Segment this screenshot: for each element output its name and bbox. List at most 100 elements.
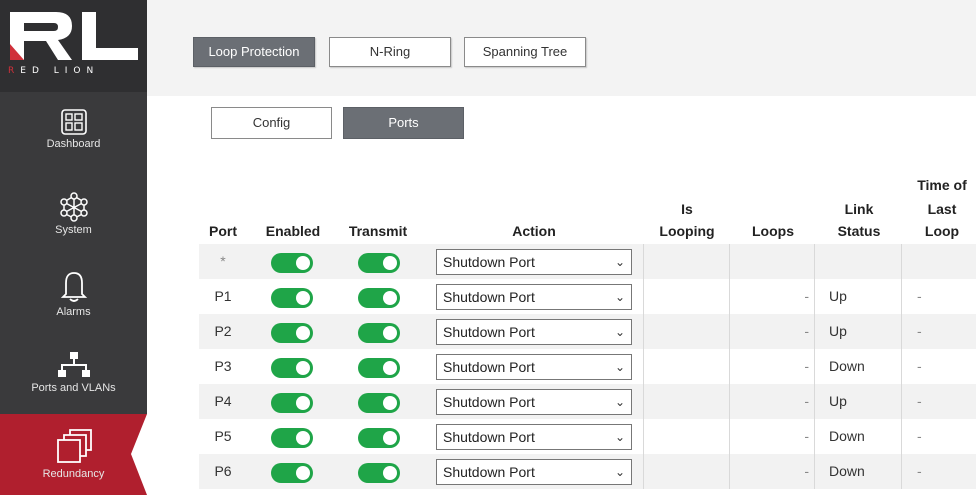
- windows-stack-icon: [56, 429, 92, 463]
- action-select-value: Shutdown Port: [443, 394, 535, 410]
- transmit-toggle[interactable]: [358, 428, 400, 448]
- port-cell: P5: [214, 428, 232, 444]
- header-port: Port: [209, 223, 237, 239]
- sidebar-item-ports-and-vlans[interactable]: Ports and VLANs: [0, 350, 147, 408]
- action-select[interactable]: Shutdown Port ⌄: [436, 284, 632, 310]
- transmit-toggle[interactable]: [358, 253, 400, 273]
- enabled-toggle[interactable]: [271, 393, 313, 413]
- loops-cell: -: [804, 463, 809, 479]
- action-select-value: Shutdown Port: [443, 359, 535, 375]
- port-cell: P4: [214, 393, 232, 409]
- chevron-down-icon: ⌄: [614, 430, 625, 444]
- table-row-p3: P3 Shutdown Port ⌄ - Down -: [199, 349, 976, 384]
- tab-n-ring[interactable]: N-Ring: [329, 37, 451, 67]
- column-divider: [901, 349, 902, 384]
- port-cell: P2: [214, 323, 232, 339]
- sidebar-item-label: System: [55, 224, 92, 236]
- column-divider: [901, 454, 902, 489]
- loops-cell: -: [804, 323, 809, 339]
- subtab-config[interactable]: Config: [211, 107, 332, 139]
- column-divider: [643, 384, 644, 419]
- action-select-value: Shutdown Port: [443, 464, 535, 480]
- transmit-toggle[interactable]: [358, 358, 400, 378]
- action-select-value: Shutdown Port: [443, 289, 535, 305]
- bell-icon: [60, 272, 87, 302]
- enabled-toggle[interactable]: [271, 253, 313, 273]
- sidebar-item-label: Alarms: [56, 306, 91, 318]
- loops-cell: -: [804, 358, 809, 374]
- column-divider: [901, 419, 902, 454]
- header-time-line2: Last: [927, 201, 957, 217]
- time-cell: -: [917, 323, 922, 339]
- header-is-looping-line1: Is: [681, 201, 693, 217]
- loops-cell: -: [804, 393, 809, 409]
- action-select[interactable]: Shutdown Port ⌄: [436, 424, 632, 450]
- link-status-cell: Down: [829, 358, 865, 374]
- link-status-cell: Up: [829, 288, 847, 304]
- column-divider: [814, 279, 815, 314]
- column-divider: [643, 454, 644, 489]
- chevron-down-icon: ⌄: [614, 360, 625, 374]
- table-row-p5: P5 Shutdown Port ⌄ - Down -: [199, 419, 976, 454]
- sidebar-item-alarms[interactable]: Alarms: [0, 268, 147, 328]
- system-icon: [59, 192, 88, 222]
- transmit-toggle[interactable]: [358, 463, 400, 483]
- enabled-toggle[interactable]: [271, 428, 313, 448]
- transmit-toggle[interactable]: [358, 288, 400, 308]
- enabled-toggle[interactable]: [271, 463, 313, 483]
- column-divider: [901, 279, 902, 314]
- column-divider: [901, 314, 902, 349]
- header-time-line3: Loop: [924, 223, 960, 239]
- table-row-p4: P4 Shutdown Port ⌄ - Up -: [199, 384, 976, 419]
- header-is-looping-line2: Looping: [659, 223, 715, 239]
- time-cell: -: [917, 463, 922, 479]
- enabled-toggle[interactable]: [271, 288, 313, 308]
- header-link-status-line2: Status: [837, 223, 881, 239]
- column-divider: [814, 454, 815, 489]
- column-divider: [901, 384, 902, 419]
- sidebar-item-redundancy[interactable]: Redundancy: [0, 414, 147, 495]
- loops-cell: -: [804, 428, 809, 444]
- header-loops: Loops: [752, 223, 794, 239]
- table-row-p1: P1 Shutdown Port ⌄ - Up -: [199, 279, 976, 314]
- column-divider: [814, 384, 815, 419]
- chevron-down-icon: ⌄: [614, 465, 625, 479]
- column-divider: [643, 314, 644, 349]
- sidebar-item-system[interactable]: System: [0, 192, 147, 256]
- transmit-toggle[interactable]: [358, 323, 400, 343]
- dashboard-icon: [60, 109, 87, 135]
- action-select[interactable]: Shutdown Port ⌄: [436, 389, 632, 415]
- chevron-down-icon: ⌄: [614, 255, 625, 269]
- column-divider: [814, 314, 815, 349]
- column-divider: [814, 419, 815, 454]
- tab-loop-protection[interactable]: Loop Protection: [193, 37, 315, 67]
- column-divider: [643, 349, 644, 384]
- tab-spanning-tree[interactable]: Spanning Tree: [464, 37, 586, 67]
- transmit-toggle[interactable]: [358, 393, 400, 413]
- column-divider: [814, 349, 815, 384]
- enabled-toggle[interactable]: [271, 323, 313, 343]
- action-select[interactable]: Shutdown Port ⌄: [436, 249, 632, 275]
- link-status-cell: Up: [829, 393, 847, 409]
- action-select-value: Shutdown Port: [443, 429, 535, 445]
- column-divider: [729, 244, 730, 279]
- subtab-ports[interactable]: Ports: [343, 107, 464, 139]
- network-icon: [57, 352, 90, 377]
- link-status-cell: Down: [829, 428, 865, 444]
- rl-logo-icon: [10, 12, 138, 60]
- action-select[interactable]: Shutdown Port ⌄: [436, 459, 632, 485]
- red-lion-logo: RED LION: [0, 0, 147, 92]
- action-select[interactable]: Shutdown Port ⌄: [436, 354, 632, 380]
- enabled-toggle[interactable]: [271, 358, 313, 378]
- chevron-down-icon: ⌄: [614, 325, 625, 339]
- time-cell: -: [917, 393, 922, 409]
- action-select[interactable]: Shutdown Port ⌄: [436, 319, 632, 345]
- sidebar: RED LION Dashboard System Alarms Ports a…: [0, 0, 147, 495]
- sidebar-item-label: Dashboard: [46, 138, 101, 150]
- sidebar-item-dashboard[interactable]: Dashboard: [0, 108, 147, 172]
- port-cell: *: [220, 253, 226, 269]
- time-cell: -: [917, 288, 922, 304]
- column-divider: [643, 279, 644, 314]
- link-status-cell: Up: [829, 323, 847, 339]
- table-row-all: * Shutdown Port ⌄: [199, 244, 976, 279]
